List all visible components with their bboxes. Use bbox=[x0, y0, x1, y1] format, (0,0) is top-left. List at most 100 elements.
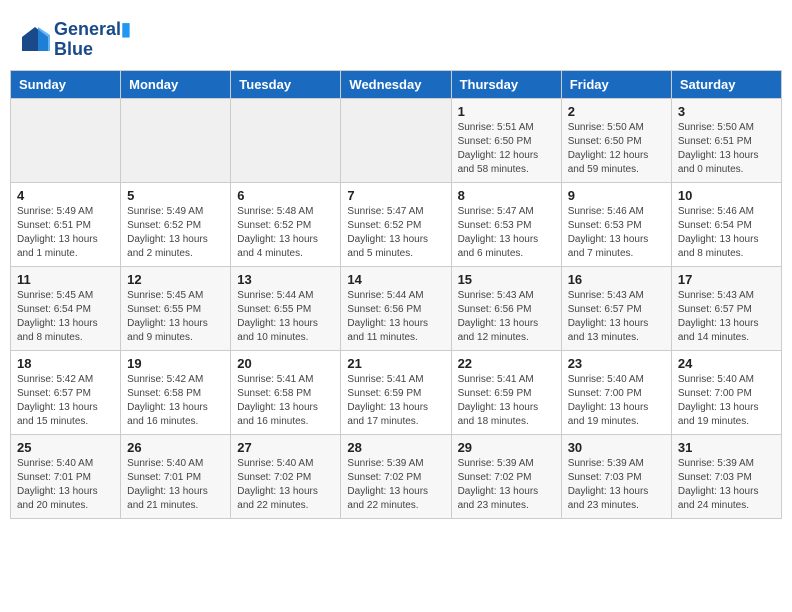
day-number: 22 bbox=[458, 356, 555, 371]
day-info: Sunrise: 5:39 AM Sunset: 7:03 PM Dayligh… bbox=[678, 457, 775, 513]
day-info: Sunrise: 5:40 AM Sunset: 7:02 PM Dayligh… bbox=[237, 457, 334, 513]
day-number: 26 bbox=[127, 440, 224, 455]
day-number: 1 bbox=[458, 104, 555, 119]
day-number: 12 bbox=[127, 272, 224, 287]
day-cell: 6Sunrise: 5:48 AM Sunset: 6:52 PM Daylig… bbox=[231, 182, 341, 266]
day-number: 13 bbox=[237, 272, 334, 287]
day-info: Sunrise: 5:43 AM Sunset: 6:56 PM Dayligh… bbox=[458, 289, 555, 345]
day-number: 18 bbox=[17, 356, 114, 371]
day-info: Sunrise: 5:41 AM Sunset: 6:58 PM Dayligh… bbox=[237, 373, 334, 429]
week-row-5: 25 Sunrise: 5:40 AM Sunset: 7:01 PM Dayli… bbox=[11, 434, 782, 518]
day-cell: 14 Sunrise: 5:44 AM Sunset: 6:56 PM Dayli… bbox=[341, 266, 451, 350]
day-cell: 23 Sunrise: 5:40 AM Sunset: 7:00 PM Dayli… bbox=[561, 350, 671, 434]
weekday-header-thursday: Thursday bbox=[451, 70, 561, 98]
day-info: Sunrise: 5:45 AM Sunset: 6:55 PM Dayligh… bbox=[127, 289, 224, 345]
day-number: 8 bbox=[458, 188, 555, 203]
day-info: Sunrise: 5:50 AM Sunset: 6:50 PM Dayligh… bbox=[568, 121, 665, 177]
day-cell: 7 Sunrise: 5:47 AM Sunset: 6:52 PM Daylig… bbox=[341, 182, 451, 266]
day-number: 25 bbox=[17, 440, 114, 455]
logo-text: General▮ Blue bbox=[54, 20, 131, 60]
day-cell: 17 Sunrise: 5:43 AM Sunset: 6:57 PM Dayli… bbox=[671, 266, 781, 350]
calendar-header: SundayMondayTuesdayWednesdayThursdayFrid… bbox=[11, 70, 782, 98]
day-cell: 15 Sunrise: 5:43 AM Sunset: 6:56 PM Dayli… bbox=[451, 266, 561, 350]
day-info: Sunrise: 5:50 AM Sunset: 6:51 PM Dayligh… bbox=[678, 121, 775, 177]
day-info: Sunrise: 5:49 AM Sunset: 6:51 PM Dayligh… bbox=[17, 205, 114, 261]
day-number: 29 bbox=[458, 440, 555, 455]
day-info: Sunrise: 5:43 AM Sunset: 6:57 PM Dayligh… bbox=[678, 289, 775, 345]
day-number: 15 bbox=[458, 272, 555, 287]
day-info: Sunrise: 5:39 AM Sunset: 7:03 PM Dayligh… bbox=[568, 457, 665, 513]
day-cell: 16Sunrise: 5:43 AM Sunset: 6:57 PM Dayli… bbox=[561, 266, 671, 350]
day-cell: 19Sunrise: 5:42 AM Sunset: 6:58 PM Dayli… bbox=[121, 350, 231, 434]
day-cell: 27 Sunrise: 5:40 AM Sunset: 7:02 PM Dayli… bbox=[231, 434, 341, 518]
day-number: 31 bbox=[678, 440, 775, 455]
weekday-header-saturday: Saturday bbox=[671, 70, 781, 98]
day-cell: 31 Sunrise: 5:39 AM Sunset: 7:03 PM Dayli… bbox=[671, 434, 781, 518]
weekday-header-wednesday: Wednesday bbox=[341, 70, 451, 98]
day-cell: 29 Sunrise: 5:39 AM Sunset: 7:02 PM Dayli… bbox=[451, 434, 561, 518]
day-cell: 30Sunrise: 5:39 AM Sunset: 7:03 PM Dayli… bbox=[561, 434, 671, 518]
day-number: 24 bbox=[678, 356, 775, 371]
day-number: 11 bbox=[17, 272, 114, 287]
week-row-2: 4 Sunrise: 5:49 AM Sunset: 6:51 PM Daylig… bbox=[11, 182, 782, 266]
logo: General▮ Blue bbox=[20, 20, 131, 60]
day-info: Sunrise: 5:44 AM Sunset: 6:56 PM Dayligh… bbox=[347, 289, 444, 345]
day-info: Sunrise: 5:40 AM Sunset: 7:01 PM Dayligh… bbox=[17, 457, 114, 513]
day-cell: 4 Sunrise: 5:49 AM Sunset: 6:51 PM Daylig… bbox=[11, 182, 121, 266]
day-cell: 2 Sunrise: 5:50 AM Sunset: 6:50 PM Daylig… bbox=[561, 98, 671, 182]
logo-icon bbox=[20, 25, 50, 55]
day-cell: 18Sunrise: 5:42 AM Sunset: 6:57 PM Dayli… bbox=[11, 350, 121, 434]
day-cell: 13 Sunrise: 5:44 AM Sunset: 6:55 PM Dayli… bbox=[231, 266, 341, 350]
weekday-header-friday: Friday bbox=[561, 70, 671, 98]
day-info: Sunrise: 5:42 AM Sunset: 6:58 PM Dayligh… bbox=[127, 373, 224, 429]
day-number: 21 bbox=[347, 356, 444, 371]
day-cell bbox=[231, 98, 341, 182]
day-info: Sunrise: 5:39 AM Sunset: 7:02 PM Dayligh… bbox=[347, 457, 444, 513]
day-cell: 11 Sunrise: 5:45 AM Sunset: 6:54 PM Dayli… bbox=[11, 266, 121, 350]
day-info: Sunrise: 5:44 AM Sunset: 6:55 PM Dayligh… bbox=[237, 289, 334, 345]
day-cell: 28 Sunrise: 5:39 AM Sunset: 7:02 PM Dayli… bbox=[341, 434, 451, 518]
day-cell: 9Sunrise: 5:46 AM Sunset: 6:53 PM Daylig… bbox=[561, 182, 671, 266]
day-cell bbox=[341, 98, 451, 182]
day-cell: 20 Sunrise: 5:41 AM Sunset: 6:58 PM Dayli… bbox=[231, 350, 341, 434]
day-number: 2 bbox=[568, 104, 665, 119]
weekday-row: SundayMondayTuesdayWednesdayThursdayFrid… bbox=[11, 70, 782, 98]
day-number: 16 bbox=[568, 272, 665, 287]
day-cell: 1Sunrise: 5:51 AM Sunset: 6:50 PM Daylig… bbox=[451, 98, 561, 182]
day-cell bbox=[11, 98, 121, 182]
day-number: 28 bbox=[347, 440, 444, 455]
day-info: Sunrise: 5:47 AM Sunset: 6:52 PM Dayligh… bbox=[347, 205, 444, 261]
day-number: 7 bbox=[347, 188, 444, 203]
calendar-table: SundayMondayTuesdayWednesdayThursdayFrid… bbox=[10, 70, 782, 519]
week-row-4: 18Sunrise: 5:42 AM Sunset: 6:57 PM Dayli… bbox=[11, 350, 782, 434]
day-number: 6 bbox=[237, 188, 334, 203]
day-info: Sunrise: 5:41 AM Sunset: 6:59 PM Dayligh… bbox=[347, 373, 444, 429]
day-number: 10 bbox=[678, 188, 775, 203]
day-info: Sunrise: 5:49 AM Sunset: 6:52 PM Dayligh… bbox=[127, 205, 224, 261]
day-number: 14 bbox=[347, 272, 444, 287]
page-header: General▮ Blue bbox=[10, 10, 782, 65]
weekday-header-tuesday: Tuesday bbox=[231, 70, 341, 98]
day-number: 23 bbox=[568, 356, 665, 371]
day-number: 20 bbox=[237, 356, 334, 371]
day-cell: 10 Sunrise: 5:46 AM Sunset: 6:54 PM Dayli… bbox=[671, 182, 781, 266]
day-info: Sunrise: 5:40 AM Sunset: 7:00 PM Dayligh… bbox=[568, 373, 665, 429]
day-info: Sunrise: 5:39 AM Sunset: 7:02 PM Dayligh… bbox=[458, 457, 555, 513]
day-info: Sunrise: 5:45 AM Sunset: 6:54 PM Dayligh… bbox=[17, 289, 114, 345]
day-info: Sunrise: 5:47 AM Sunset: 6:53 PM Dayligh… bbox=[458, 205, 555, 261]
week-row-3: 11 Sunrise: 5:45 AM Sunset: 6:54 PM Dayli… bbox=[11, 266, 782, 350]
calendar-body: 1Sunrise: 5:51 AM Sunset: 6:50 PM Daylig… bbox=[11, 98, 782, 518]
day-cell: 3Sunrise: 5:50 AM Sunset: 6:51 PM Daylig… bbox=[671, 98, 781, 182]
day-info: Sunrise: 5:40 AM Sunset: 7:00 PM Dayligh… bbox=[678, 373, 775, 429]
week-row-1: 1Sunrise: 5:51 AM Sunset: 6:50 PM Daylig… bbox=[11, 98, 782, 182]
day-cell: 25 Sunrise: 5:40 AM Sunset: 7:01 PM Dayli… bbox=[11, 434, 121, 518]
day-cell: 12 Sunrise: 5:45 AM Sunset: 6:55 PM Dayli… bbox=[121, 266, 231, 350]
day-number: 27 bbox=[237, 440, 334, 455]
day-info: Sunrise: 5:46 AM Sunset: 6:54 PM Dayligh… bbox=[678, 205, 775, 261]
day-number: 4 bbox=[17, 188, 114, 203]
day-cell: 8 Sunrise: 5:47 AM Sunset: 6:53 PM Daylig… bbox=[451, 182, 561, 266]
day-cell: 5Sunrise: 5:49 AM Sunset: 6:52 PM Daylig… bbox=[121, 182, 231, 266]
day-info: Sunrise: 5:40 AM Sunset: 7:01 PM Dayligh… bbox=[127, 457, 224, 513]
day-cell: 22Sunrise: 5:41 AM Sunset: 6:59 PM Dayli… bbox=[451, 350, 561, 434]
day-number: 17 bbox=[678, 272, 775, 287]
